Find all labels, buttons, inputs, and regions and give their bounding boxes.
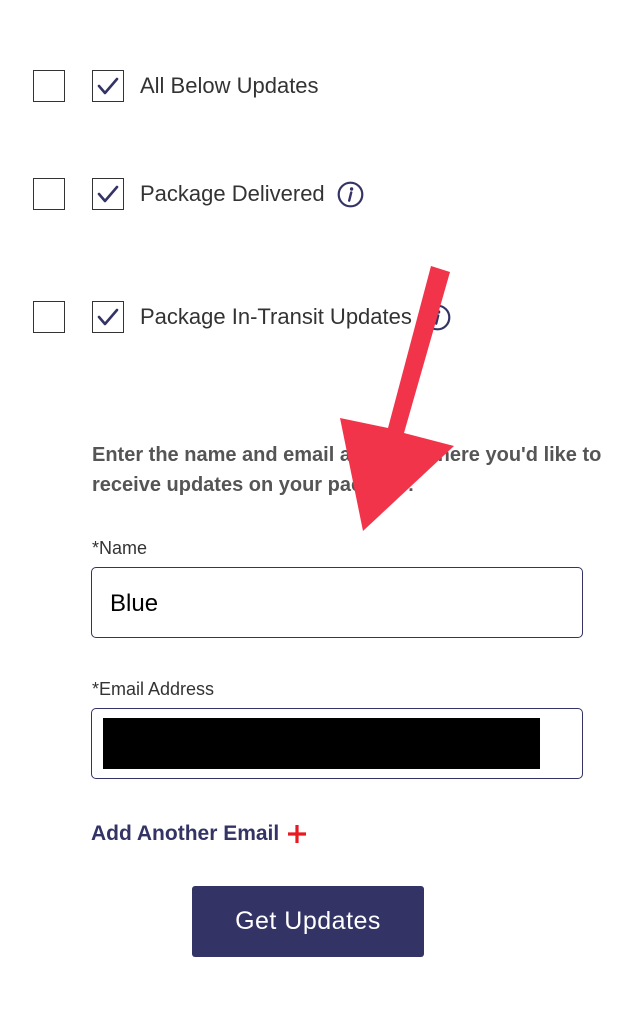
name-field-label: *Name [92, 538, 148, 558]
add-another-email-link[interactable]: Add Another Email [91, 822, 307, 846]
checkbox-all-updates-checked[interactable] [92, 70, 124, 102]
email-field-label: *Email Address [92, 679, 215, 699]
name-field-value: Blue [110, 590, 159, 617]
add-another-email-label: Add Another Email [91, 822, 280, 845]
redaction-bar [103, 718, 540, 769]
info-icon[interactable] [337, 181, 364, 208]
checkmark-icon [97, 185, 119, 203]
option-label-package-in-transit: Package In-Transit Updates [140, 304, 412, 329]
info-icon[interactable] [424, 304, 451, 331]
option-row-package-in-transit: Package In-Transit Updates [33, 300, 451, 334]
option-label-package-delivered: Package Delivered [140, 181, 325, 206]
checkbox-package-in-transit-checked[interactable] [92, 301, 124, 333]
checkmark-icon [97, 77, 119, 95]
option-label-all-updates: All Below Updates [140, 73, 319, 98]
get-updates-button[interactable]: Get Updates [192, 886, 424, 957]
option-row-all-updates: All Below Updates [33, 69, 319, 103]
checkbox-package-in-transit-unchecked[interactable] [33, 301, 65, 333]
name-field[interactable]: Blue [91, 567, 583, 638]
email-field[interactable] [91, 708, 583, 779]
plus-icon [287, 824, 307, 844]
red-arrow-annotation [340, 266, 454, 531]
email-prompt-text: Enter the name and email address where y… [92, 444, 602, 496]
checkmark-icon [97, 308, 119, 326]
checkbox-package-delivered-unchecked[interactable] [33, 178, 65, 210]
option-row-package-delivered: Package Delivered [33, 177, 364, 211]
checkbox-package-delivered-checked[interactable] [92, 178, 124, 210]
checkbox-all-updates-unchecked[interactable] [33, 70, 65, 102]
